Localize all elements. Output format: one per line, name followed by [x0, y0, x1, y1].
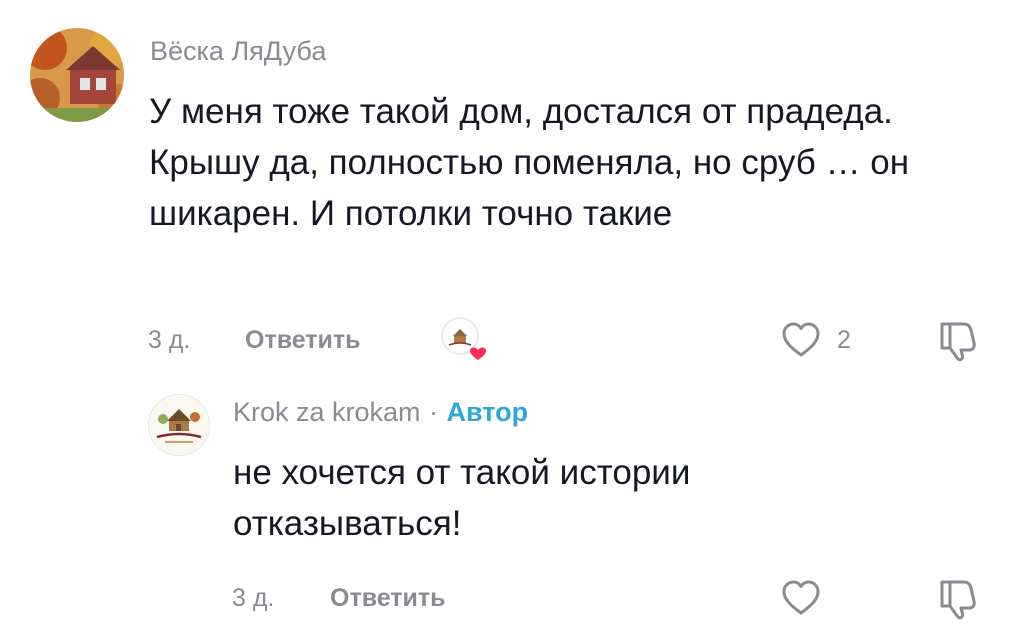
comment-text: У меня тоже такой дом, достался от праде…: [149, 92, 910, 233]
header-separator: ·: [429, 397, 439, 427]
reply-username[interactable]: Krok za krokam: [233, 397, 421, 427]
user-avatar[interactable]: [30, 28, 124, 122]
reply-header: Krok za krokam · Автор: [233, 397, 528, 428]
comment-username[interactable]: Вёска ЛяДуба: [150, 36, 326, 67]
thumbs-down-icon: [940, 580, 976, 620]
heart-outline-icon: [782, 322, 820, 357]
creator-liked-icon: [441, 317, 486, 360]
dislike-button[interactable]: [936, 574, 982, 620]
author-avatar[interactable]: [148, 394, 210, 456]
autumn-house-avatar-icon: [30, 28, 124, 122]
thumbs-down-icon: [940, 322, 976, 362]
comment-time: 3 д.: [148, 326, 191, 354]
author-badge: Автор: [446, 397, 529, 427]
reply-button[interactable]: Ответить: [245, 326, 361, 355]
like-count: 2: [837, 326, 851, 354]
reply-time: 3 д.: [232, 584, 275, 612]
nikolskie-logo-avatar-icon: [149, 395, 209, 455]
reply-text: не хочется от такой истории отказываться…: [233, 453, 691, 543]
reply-button[interactable]: Ответить: [330, 584, 446, 613]
like-button[interactable]: [781, 578, 821, 618]
heart-outline-icon: [782, 580, 820, 615]
like-button[interactable]: [781, 320, 821, 360]
dislike-button[interactable]: [936, 316, 982, 362]
creator-liked-badge: [440, 316, 490, 360]
